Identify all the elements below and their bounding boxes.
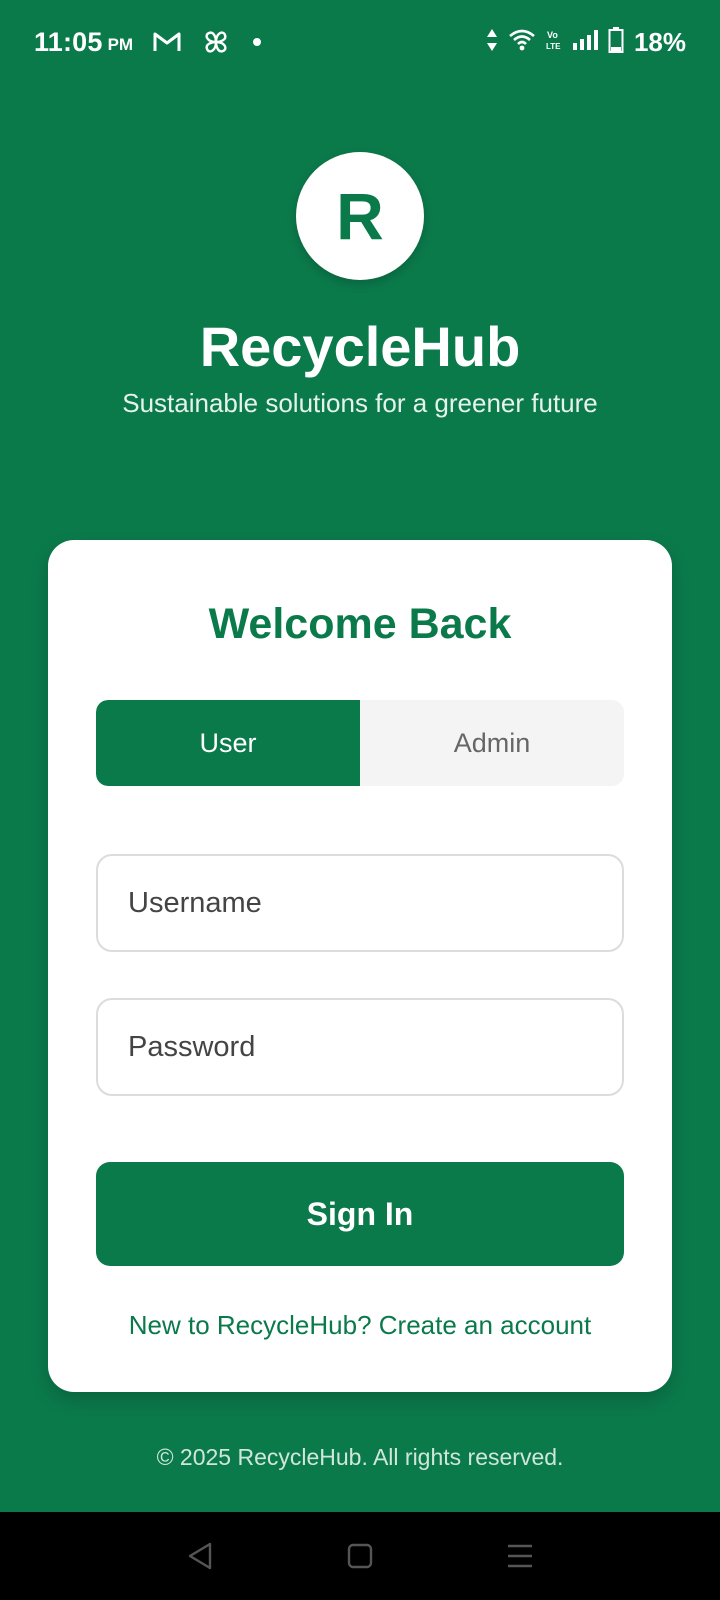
back-icon[interactable] — [170, 1526, 230, 1586]
create-account-link[interactable]: New to RecycleHub? Create an account — [48, 1310, 672, 1341]
app-logo: R — [296, 152, 424, 280]
status-left: 11:05 PM — [34, 27, 263, 58]
menu-icon[interactable] — [490, 1526, 550, 1586]
battery-icon — [608, 26, 624, 58]
footer-copyright: © 2025 RecycleHub. All rights reserved. — [156, 1444, 564, 1470]
password-field[interactable] — [96, 998, 624, 1096]
pinwheel-icon — [201, 27, 231, 57]
password-input[interactable] — [128, 1030, 592, 1064]
data-arrows-icon — [486, 28, 498, 57]
wifi-icon — [508, 29, 536, 56]
volte-icon: Vo LTE — [546, 28, 562, 57]
card-title: Welcome Back — [208, 600, 512, 648]
svg-text:Vo: Vo — [547, 30, 558, 40]
logo-letter: R — [336, 179, 384, 253]
gmail-icon — [153, 31, 181, 53]
username-field[interactable] — [96, 854, 624, 952]
sign-in-button[interactable]: Sign In — [96, 1162, 624, 1266]
status-bar: 11:05 PM Vo LTE 18% — [0, 0, 720, 84]
system-nav-bar — [0, 1512, 720, 1600]
signal-icon — [572, 29, 598, 56]
login-card: Welcome Back User Admin Sign In New to R… — [48, 540, 672, 1392]
battery-percentage: 18% — [633, 26, 686, 57]
status-right: Vo LTE 18% — [486, 26, 686, 58]
app-title: RecycleHub — [199, 315, 521, 378]
clock-ampm: PM — [107, 35, 134, 54]
home-icon[interactable] — [330, 1526, 390, 1586]
role-toggle: User Admin — [96, 700, 624, 786]
username-input[interactable] — [128, 886, 592, 920]
clock: 11:05 — [34, 26, 103, 57]
notification-dot-icon — [251, 36, 263, 48]
app-tagline: Sustainable solutions for a greener futu… — [122, 388, 598, 418]
tab-admin[interactable]: Admin — [360, 700, 624, 786]
tab-user[interactable]: User — [96, 700, 360, 786]
svg-text:LTE: LTE — [546, 42, 561, 51]
